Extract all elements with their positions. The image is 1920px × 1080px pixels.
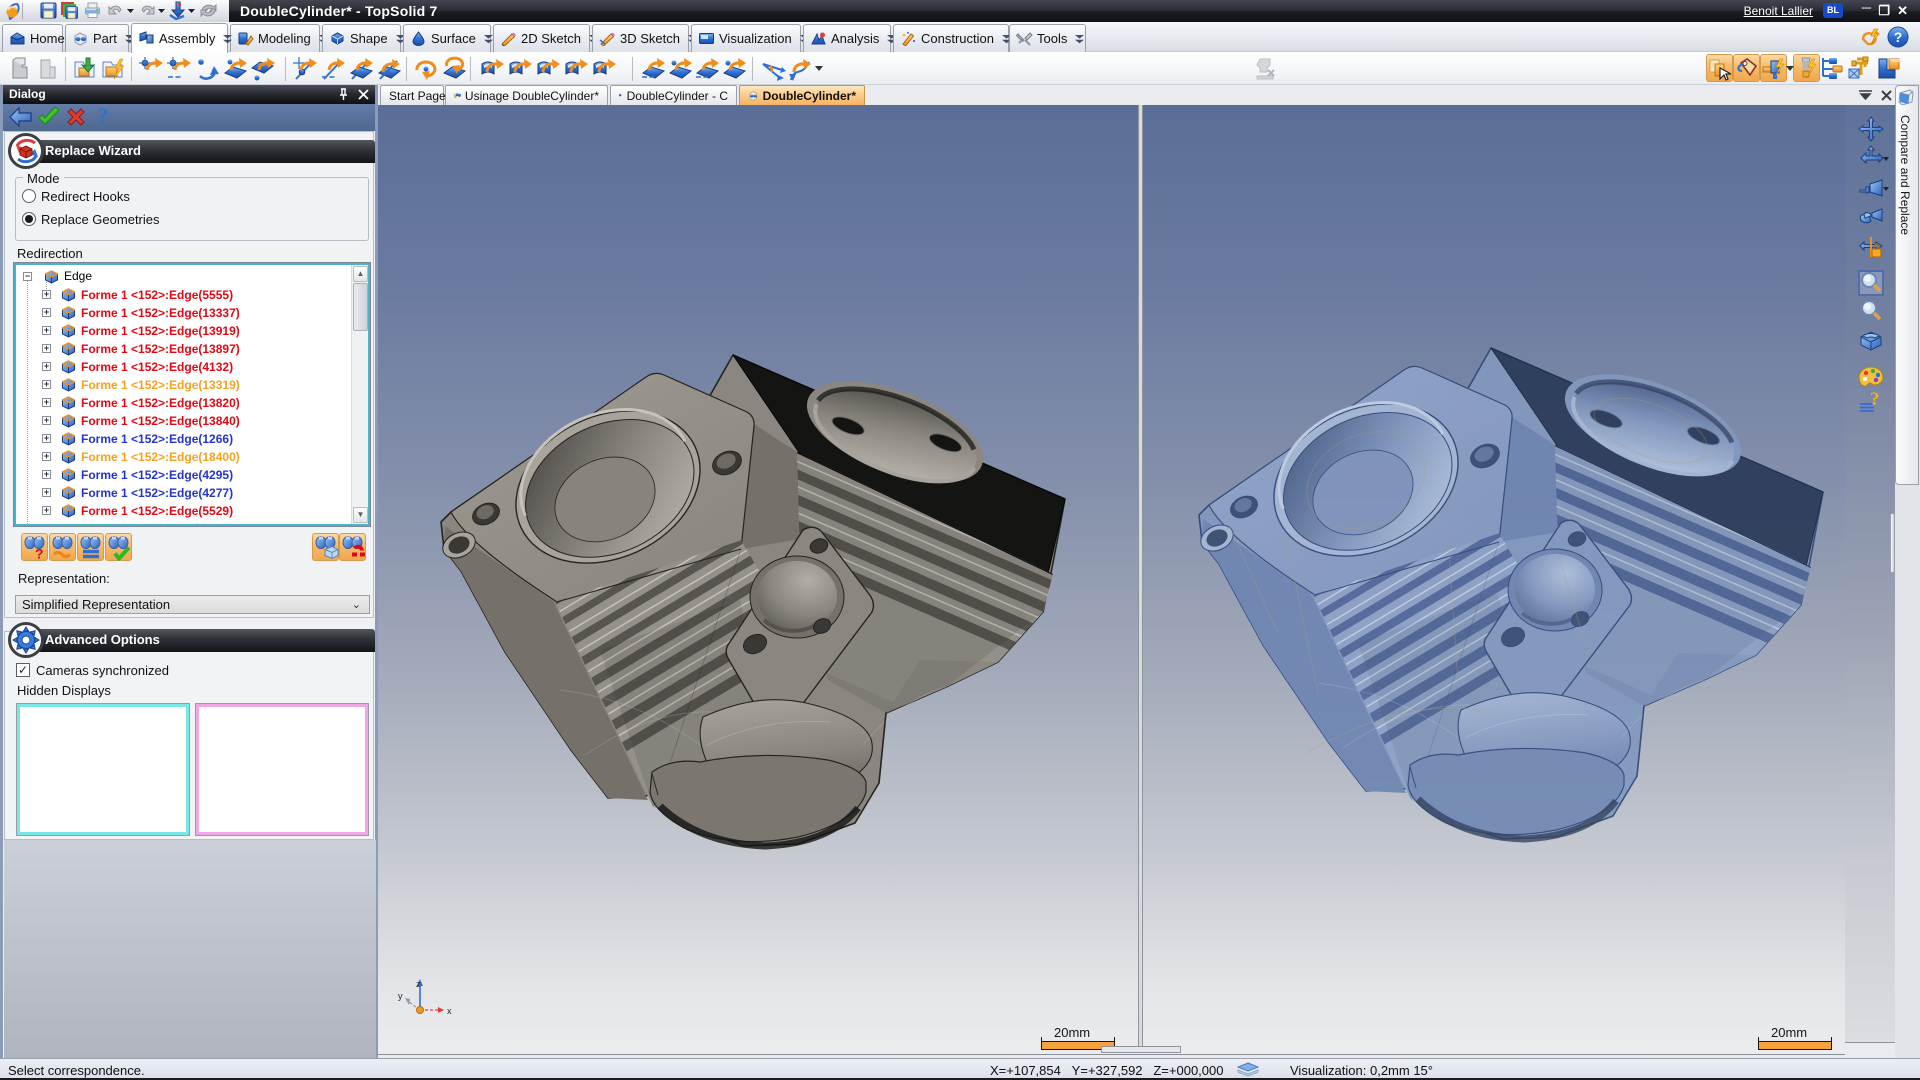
svg-text:?: ? xyxy=(1870,389,1880,410)
svg-text:?: ? xyxy=(35,546,44,562)
svg-text:z: z xyxy=(416,979,421,989)
svg-text:?: ? xyxy=(98,105,109,128)
svg-text:?: ? xyxy=(1894,29,1903,45)
svg-text:x: x xyxy=(447,1006,452,1016)
svg-text:y: y xyxy=(398,991,403,1001)
